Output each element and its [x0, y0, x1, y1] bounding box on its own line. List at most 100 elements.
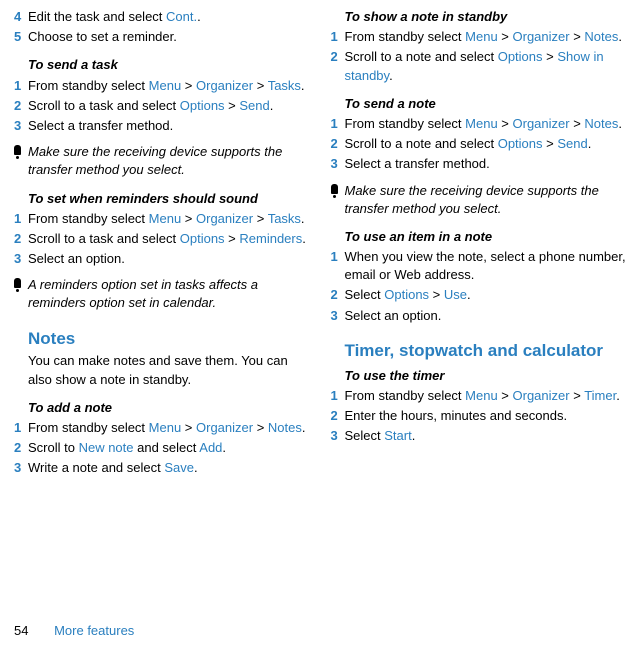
step-text: From standby select Menu > Organizer > T… [345, 387, 628, 405]
menu-path-link: Menu [465, 388, 498, 403]
menu-path-link: Organizer [513, 388, 570, 403]
heading-notes: Notes [14, 327, 311, 351]
steps-edit-task: 4Edit the task and select Cont.. 5Choose … [14, 8, 311, 46]
step-item: 3Select a transfer method. [14, 117, 311, 135]
heading-timer: Timer, stopwatch and calculator [331, 339, 628, 363]
step-number: 1 [14, 77, 28, 95]
step-item: 1From standby select Menu > Organizer > … [331, 28, 628, 46]
menu-path-link: Menu [465, 116, 498, 131]
step-number: 3 [14, 250, 28, 268]
steps-reminders: 1From standby select Menu > Organizer > … [14, 210, 311, 269]
step-item: 1From standby select Menu > Organizer > … [331, 387, 628, 405]
step-text: Select a transfer method. [28, 117, 311, 135]
step-text: From standby select Menu > Organizer > N… [28, 419, 311, 437]
step-number: 3 [14, 459, 28, 477]
step-text: From standby select Menu > Organizer > T… [28, 210, 311, 228]
menu-path-link: Notes [584, 116, 618, 131]
step-text: When you view the note, select a phone n… [345, 248, 628, 284]
step-text: Enter the hours, minutes and seconds. [345, 407, 628, 425]
left-column: 4Edit the task and select Cont.. 5Choose … [14, 8, 311, 480]
menu-path-link: Organizer [513, 116, 570, 131]
step-text: Select Start. [345, 427, 628, 445]
step-item: 1When you view the note, select a phone … [331, 248, 628, 284]
step-item: 5Choose to set a reminder. [14, 28, 311, 46]
step-item: 1From standby select Menu > Organizer > … [14, 210, 311, 228]
step-number: 2 [331, 407, 345, 425]
step-number: 2 [14, 439, 28, 457]
step-number: 1 [331, 28, 345, 46]
steps-show-note: 1From standby select Menu > Organizer > … [331, 28, 628, 85]
step-item: 3Select an option. [14, 250, 311, 268]
steps-use-timer: 1From standby select Menu > Organizer > … [331, 387, 628, 446]
menu-path-link: Options [384, 287, 429, 302]
note-reminders-affects: A reminders option set in tasks affects … [14, 276, 311, 312]
step-item: 3Select an option. [331, 307, 628, 325]
subheading-use-timer: To use the timer [331, 367, 628, 385]
step-number: 2 [14, 97, 28, 115]
step-item: 2Scroll to a note and select Options > S… [331, 48, 628, 84]
step-item: 3Select Start. [331, 427, 628, 445]
steps-send-note: 1From standby select Menu > Organizer > … [331, 115, 628, 174]
step-number: 1 [331, 387, 345, 405]
subheading-add-note: To add a note [14, 399, 311, 417]
menu-path-link: Use [444, 287, 467, 302]
menu-path-link: Tasks [268, 211, 301, 226]
subheading-use-item: To use an item in a note [331, 228, 628, 246]
right-column: To show a note in standby 1From standby … [331, 8, 628, 480]
menu-path-link: Notes [268, 420, 302, 435]
step-number: 3 [331, 307, 345, 325]
step-item: 2Select Options > Use. [331, 286, 628, 304]
menu-path-link: Organizer [513, 29, 570, 44]
step-number: 2 [14, 230, 28, 248]
menu-path-link: Send [557, 136, 587, 151]
step-item: 4Edit the task and select Cont.. [14, 8, 311, 26]
menu-path-link: Timer [584, 388, 616, 403]
menu-path-link: Reminders [239, 231, 302, 246]
page-footer: 54 More features [14, 622, 134, 640]
step-text: Scroll to a task and select Options > Re… [28, 230, 311, 248]
step-item: 2Scroll to a note and select Options > S… [331, 135, 628, 153]
step-number: 2 [331, 48, 345, 84]
subheading-show-note: To show a note in standby [331, 8, 628, 26]
menu-path-link: Options [498, 136, 543, 151]
menu-path-link: Options [180, 98, 225, 113]
steps-send-task: 1From standby select Menu > Organizer > … [14, 77, 311, 136]
step-text: Scroll to a note and select Options > Sh… [345, 48, 628, 84]
step-item: 2Scroll to New note and select Add. [14, 439, 311, 457]
step-item: 2Scroll to a task and select Options > R… [14, 230, 311, 248]
menu-path-link: New note [79, 440, 134, 455]
subheading-send-task: To send a task [14, 56, 311, 74]
step-number: 3 [331, 427, 345, 445]
step-text: Scroll to a note and select Options > Se… [345, 135, 628, 153]
step-number: 2 [331, 286, 345, 304]
steps-add-note: 1From standby select Menu > Organizer > … [14, 419, 311, 478]
menu-path-link: Organizer [196, 78, 253, 93]
menu-path-link: Save [164, 460, 194, 475]
step-text: Scroll to a task and select Options > Se… [28, 97, 311, 115]
step-item: 2Enter the hours, minutes and seconds. [331, 407, 628, 425]
step-item: 3Write a note and select Save. [14, 459, 311, 477]
subheading-send-note: To send a note [331, 95, 628, 113]
step-item: 1From standby select Menu > Organizer > … [14, 419, 311, 437]
menu-path-link: Send [239, 98, 269, 113]
step-text: Write a note and select Save. [28, 459, 311, 477]
step-number: 4 [14, 8, 28, 26]
step-number: 3 [331, 155, 345, 173]
menu-path-link: Menu [149, 420, 182, 435]
steps-use-item: 1When you view the note, select a phone … [331, 248, 628, 325]
menu-path-link: Menu [149, 211, 182, 226]
menu-path-link: Menu [465, 29, 498, 44]
menu-path-link: Show in standby [345, 49, 604, 82]
menu-path-link: Organizer [196, 420, 253, 435]
menu-path-link: Menu [149, 78, 182, 93]
hint-icon [14, 276, 28, 292]
step-item: 1From standby select Menu > Organizer > … [14, 77, 311, 95]
step-number: 5 [14, 28, 28, 46]
menu-path-link: Cont. [166, 9, 197, 24]
step-number: 1 [14, 210, 28, 228]
section-name: More features [54, 623, 134, 638]
menu-path-link: Options [498, 49, 543, 64]
step-text: Select an option. [28, 250, 311, 268]
menu-path-link: Start [384, 428, 411, 443]
step-text: From standby select Menu > Organizer > N… [345, 28, 628, 46]
